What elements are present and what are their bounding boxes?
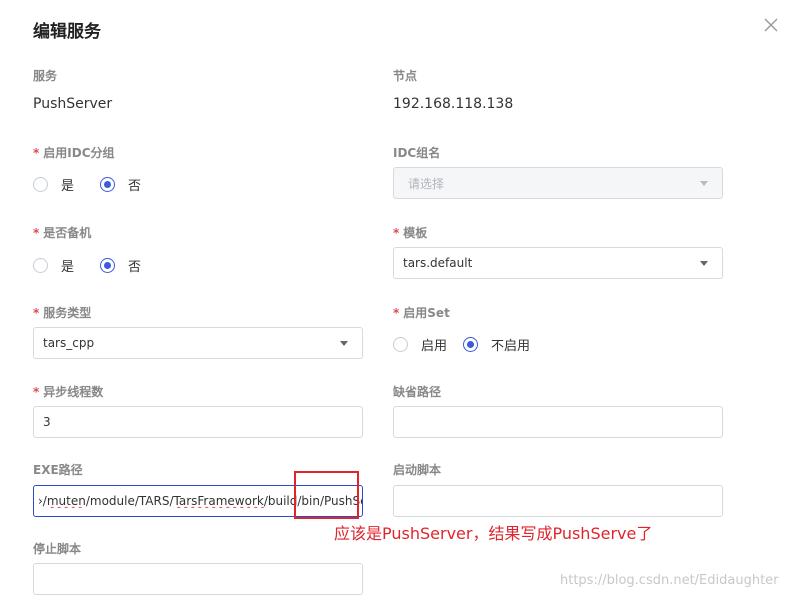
enable-idc-yes-radio[interactable]: 是 — [33, 175, 74, 194]
async-threads-label: * 异步线程数 — [33, 385, 104, 399]
annotation-highlight-box — [294, 471, 359, 519]
service-label: 服务 — [33, 69, 58, 83]
template-label: * 模板 — [393, 226, 428, 240]
default-path-label: 缺省路径 — [393, 385, 442, 399]
stop-script-label: 停止脚本 — [33, 542, 82, 556]
annotation-text: 应该是PushServer，结果写成PushServe了 — [334, 524, 653, 543]
service-type-select[interactable]: tars_cpp — [33, 327, 363, 359]
watermark: https://blog.csdn.net/Edidaughter — [560, 573, 779, 588]
node-label: 节点 — [393, 69, 418, 83]
chevron-down-icon — [340, 341, 348, 346]
default-path-input[interactable] — [393, 406, 723, 438]
is-backup-radio-group: 是 否 — [33, 256, 157, 275]
is-backup-no-radio[interactable]: 否 — [100, 256, 141, 275]
enable-set-radio-group: 启用 不启用 — [393, 335, 546, 354]
is-backup-yes-radio[interactable]: 是 — [33, 256, 74, 275]
exe-path-label: EXE路径 — [33, 463, 83, 477]
enable-idc-radio-group: 是 否 — [33, 175, 157, 194]
chevron-down-icon — [700, 261, 708, 266]
enable-idc-no-radio[interactable]: 否 — [100, 175, 141, 194]
service-value: PushServer — [33, 96, 113, 112]
node-value: 192.168.118.138 — [393, 96, 514, 112]
enable-set-on-radio[interactable]: 启用 — [393, 335, 447, 354]
chevron-down-icon — [700, 181, 708, 186]
idc-group-select[interactable]: 请选择 — [393, 167, 723, 199]
close-icon[interactable] — [762, 16, 780, 34]
dialog-title: 编辑服务 — [33, 22, 101, 42]
stop-script-input[interactable] — [33, 563, 363, 595]
enable-set-off-radio[interactable]: 不启用 — [463, 335, 530, 354]
service-type-label: * 服务类型 — [33, 306, 92, 320]
start-script-input[interactable] — [393, 485, 723, 517]
is-backup-label: * 是否备机 — [33, 226, 92, 240]
enable-idc-label: * 启用IDC分组 — [33, 146, 115, 160]
start-script-label: 启动脚本 — [393, 463, 442, 477]
async-threads-input[interactable]: 3 — [33, 406, 363, 438]
idc-group-label: IDC组名 — [393, 146, 441, 160]
enable-set-label: * 启用Set — [393, 306, 450, 320]
template-select[interactable]: tars.default — [393, 247, 723, 279]
